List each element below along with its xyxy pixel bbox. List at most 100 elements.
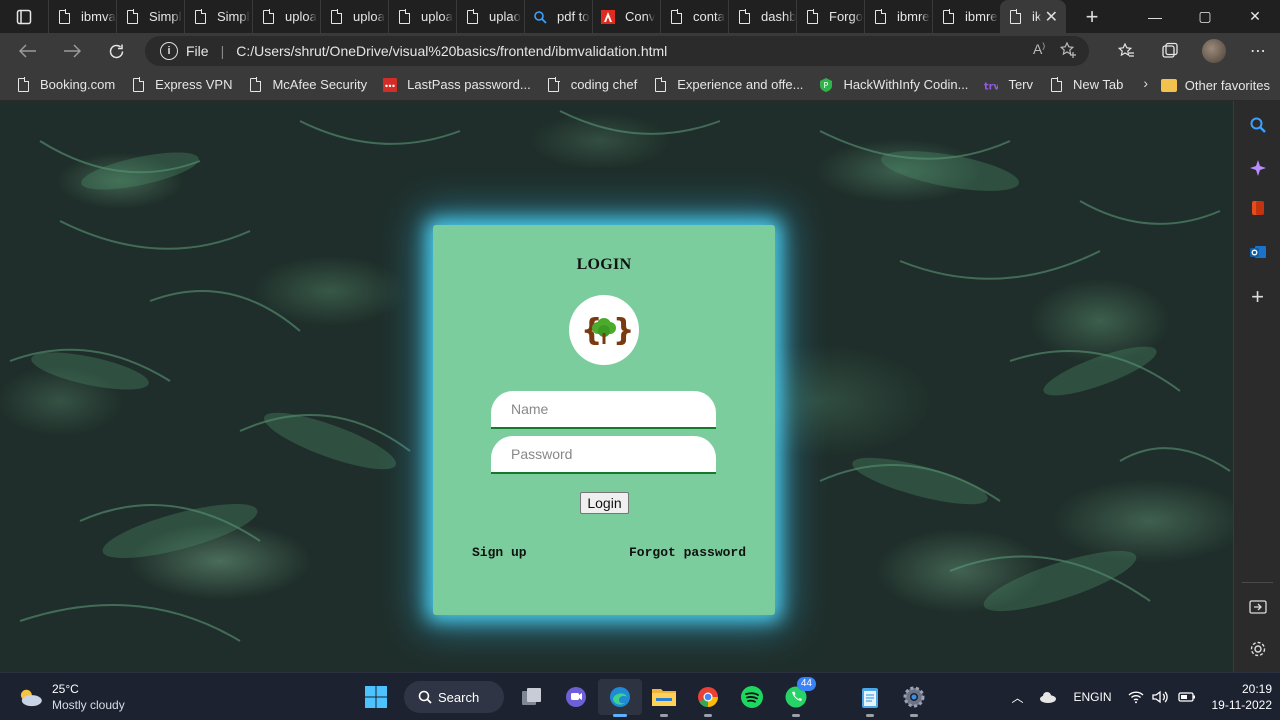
favorite-item[interactable]: LastPass password... bbox=[375, 71, 539, 99]
taskbar-search[interactable]: Search bbox=[404, 681, 504, 713]
running-indicator bbox=[792, 714, 800, 717]
tab-10[interactable]: conta bbox=[660, 0, 728, 33]
tab-8[interactable]: pdf to bbox=[524, 0, 592, 33]
favorite-item[interactable]: McAfee Security bbox=[240, 71, 375, 99]
favorites-overflow-button[interactable]: › bbox=[1143, 75, 1148, 91]
tab-6[interactable]: uploa bbox=[388, 0, 456, 33]
favorite-item[interactable]: Express VPN bbox=[123, 71, 240, 99]
onedrive-button[interactable] bbox=[1031, 691, 1065, 703]
url-text[interactable]: C:/Users/shrut/OneDrive/visual%20basics/… bbox=[236, 43, 667, 59]
tab-label: conta bbox=[693, 9, 725, 24]
tab-13[interactable]: ibmre bbox=[864, 0, 932, 33]
favorite-item[interactable]: Booking.com bbox=[8, 71, 123, 99]
spotify-button[interactable] bbox=[730, 679, 774, 715]
add-favorite-icon[interactable] bbox=[1059, 41, 1077, 59]
tab-7[interactable]: uplao bbox=[456, 0, 524, 33]
other-favorites-button[interactable]: Other favorites bbox=[1160, 71, 1270, 99]
favorite-item[interactable]: New Tab bbox=[1041, 71, 1131, 99]
forward-button[interactable] bbox=[50, 33, 94, 69]
read-aloud-icon[interactable]: A) bbox=[1033, 41, 1045, 59]
tab-9[interactable]: Conv bbox=[592, 0, 660, 33]
sidebar-office-button[interactable] bbox=[1234, 190, 1280, 226]
signup-link[interactable]: Sign up bbox=[472, 545, 527, 560]
tab-11[interactable]: dashb bbox=[728, 0, 796, 33]
tab-actions-button[interactable] bbox=[0, 0, 48, 33]
login-button[interactable]: Login bbox=[580, 492, 629, 514]
tab-active[interactable]: ik ✕ bbox=[1000, 0, 1066, 33]
settings-app-button[interactable] bbox=[892, 679, 936, 717]
refresh-button[interactable] bbox=[94, 33, 138, 69]
forward-arrow-icon bbox=[64, 44, 81, 58]
browser-toolbar: i File | C:/Users/shrut/OneDrive/visual%… bbox=[0, 33, 1280, 69]
favorite-item[interactable]: trv Terv bbox=[976, 71, 1041, 99]
clock[interactable]: 20:19 19-11-2022 bbox=[1204, 681, 1280, 713]
file-explorer-button[interactable] bbox=[642, 679, 686, 717]
page-icon bbox=[465, 9, 479, 25]
chevron-up-icon: ︿ bbox=[1011, 690, 1024, 705]
search-icon bbox=[1250, 117, 1266, 133]
page-icon bbox=[737, 9, 751, 25]
favorite-item[interactable]: Experience and offe... bbox=[645, 71, 811, 99]
other-favorites-label: Other favorites bbox=[1184, 77, 1270, 93]
back-button[interactable] bbox=[6, 33, 50, 69]
close-window-button[interactable]: ✕ bbox=[1230, 0, 1280, 33]
maximize-button[interactable]: ▢ bbox=[1180, 0, 1230, 33]
network-volume-battery-button[interactable] bbox=[1120, 690, 1204, 704]
page-icon bbox=[57, 9, 71, 25]
tree-logo: { } bbox=[569, 295, 639, 365]
tab-label: Simpl bbox=[217, 9, 250, 24]
task-view-icon bbox=[522, 688, 541, 705]
folder-icon bbox=[652, 689, 676, 706]
tab-5[interactable]: uploa bbox=[320, 0, 388, 33]
tab-12[interactable]: Forgo bbox=[796, 0, 864, 33]
active-indicator bbox=[613, 714, 627, 717]
page-viewport: LOGIN { } Name Password Login Sign up Fo… bbox=[0, 101, 1233, 672]
notepad-button[interactable] bbox=[848, 679, 892, 717]
favorites-button[interactable] bbox=[1104, 33, 1148, 69]
address-bar[interactable]: i File | C:/Users/shrut/OneDrive/visual%… bbox=[145, 36, 1089, 66]
refresh-icon bbox=[109, 44, 123, 58]
tab-label: uplao bbox=[489, 9, 521, 24]
clock-time: 20:19 bbox=[1241, 682, 1272, 696]
weather-widget[interactable]: 25°C Mostly cloudy bbox=[16, 681, 125, 713]
task-view-button[interactable] bbox=[510, 679, 554, 715]
tab-14[interactable]: ibmre bbox=[932, 0, 1000, 33]
tab-close-icon[interactable]: ✕ bbox=[1045, 7, 1058, 27]
sparkle-icon bbox=[1249, 160, 1266, 176]
chrome-button[interactable] bbox=[686, 679, 730, 717]
minimize-button[interactable]: — bbox=[1130, 0, 1180, 33]
sidebar-search-button[interactable] bbox=[1234, 107, 1280, 143]
tab-2[interactable]: Simpl bbox=[116, 0, 184, 33]
sidebar-outlook-button[interactable] bbox=[1234, 234, 1280, 270]
sidebar-settings-button[interactable] bbox=[1234, 631, 1280, 667]
tab-4[interactable]: uploa bbox=[252, 0, 320, 33]
profile-button[interactable] bbox=[1192, 33, 1236, 69]
sidebar-copilot-button[interactable] bbox=[1234, 150, 1280, 186]
show-hidden-icons-button[interactable]: ︿ bbox=[1003, 689, 1031, 706]
sidebar-hide-button[interactable] bbox=[1234, 589, 1280, 625]
adobe-icon bbox=[601, 9, 615, 25]
sidebar-add-button[interactable]: + bbox=[1234, 279, 1280, 315]
favorite-label: New Tab bbox=[1073, 77, 1124, 92]
tab-3[interactable]: Simpl bbox=[184, 0, 252, 33]
tab-1[interactable]: ibmva bbox=[48, 0, 116, 33]
start-button[interactable] bbox=[354, 679, 398, 715]
sidebar-divider bbox=[1242, 582, 1273, 583]
whatsapp-button[interactable]: 44 bbox=[774, 677, 818, 717]
tab-label: dashb bbox=[761, 9, 796, 24]
new-tab-button[interactable]: + bbox=[1072, 0, 1112, 33]
collections-button[interactable] bbox=[1148, 33, 1192, 69]
password-field[interactable]: Password bbox=[491, 436, 716, 474]
tab-label: uploa bbox=[421, 9, 453, 24]
forgot-password-link[interactable]: Forgot password bbox=[629, 545, 746, 560]
edge-taskbar-button[interactable] bbox=[598, 679, 642, 717]
teams-chat-button[interactable] bbox=[554, 679, 598, 715]
settings-more-button[interactable]: ⋯ bbox=[1236, 33, 1280, 69]
clock-date: 19-11-2022 bbox=[1211, 698, 1273, 712]
language-indicator[interactable]: ENG IN bbox=[1065, 689, 1119, 705]
gear-icon bbox=[903, 686, 925, 708]
name-field[interactable]: Name bbox=[491, 391, 716, 429]
info-icon[interactable]: i bbox=[160, 42, 178, 60]
favorite-item[interactable]: P HackWithInfy Codin... bbox=[811, 71, 976, 99]
favorite-item[interactable]: coding chef bbox=[539, 71, 646, 99]
